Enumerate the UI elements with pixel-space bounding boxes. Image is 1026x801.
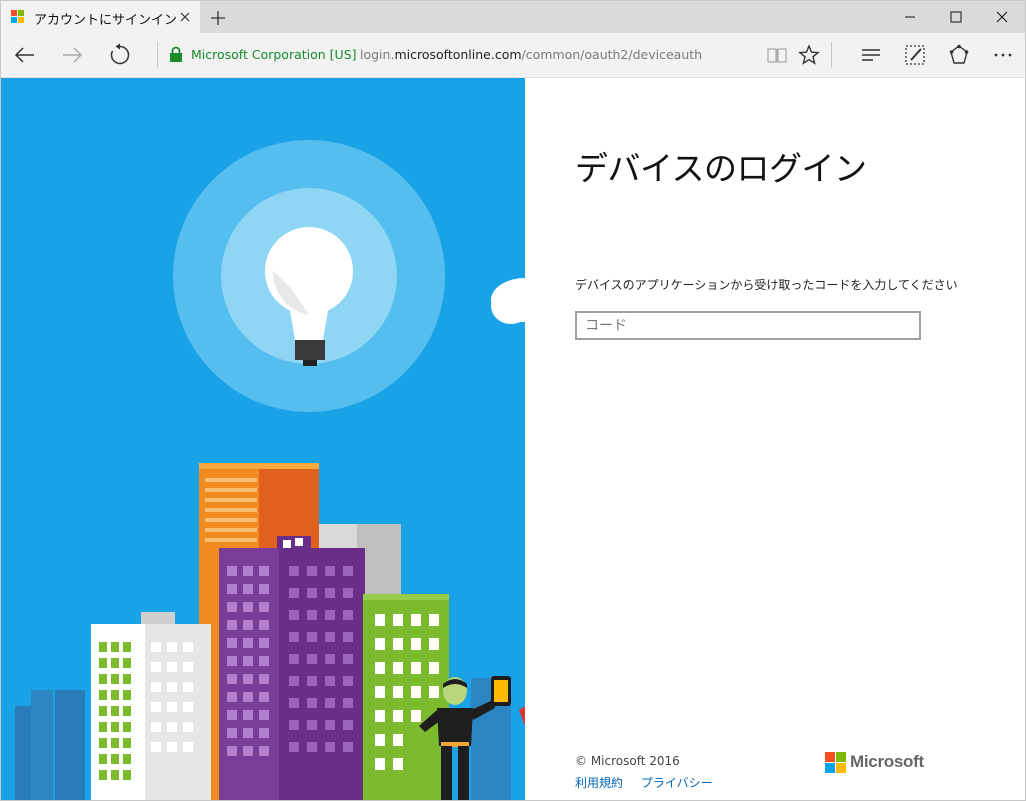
copyright-text: © Microsoft 2016: [575, 754, 680, 768]
divider: [157, 42, 158, 68]
window-close-icon[interactable]: [979, 1, 1025, 33]
address-bar: Microsoft Corporation [US] login.microso…: [1, 33, 1025, 78]
microsoft-favicon-icon: [11, 10, 25, 24]
terms-link[interactable]: 利用規約: [575, 776, 623, 790]
lock-icon[interactable]: [169, 46, 183, 63]
favorite-star-icon[interactable]: [797, 43, 821, 67]
maximize-icon[interactable]: [933, 1, 979, 33]
footer-links: 利用規約 プライバシー: [575, 774, 727, 791]
illustration-panel: [1, 78, 525, 800]
more-icon[interactable]: [991, 43, 1015, 67]
back-arrow-icon[interactable]: [12, 42, 38, 68]
code-input[interactable]: [575, 311, 921, 340]
reading-view-icon[interactable]: [765, 43, 789, 67]
logo-square-yellow: [836, 763, 846, 773]
microsoft-logo: Microsoft: [825, 752, 926, 776]
share-icon[interactable]: [947, 43, 971, 67]
logo-square-blue: [825, 763, 835, 773]
sign-in-panel: デバイスのログイン デバイスのアプリケーションから受け取ったコードを入力してくだ…: [525, 78, 1025, 800]
page-content: デバイスのログイン デバイスのアプリケーションから受け取ったコードを入力してくだ…: [1, 78, 1025, 800]
minimize-icon[interactable]: [887, 1, 933, 33]
city-lightbulb-illustration: [15, 140, 525, 800]
tab-strip: アカウントにサインイン: [1, 1, 1025, 33]
refresh-icon[interactable]: [107, 42, 133, 68]
new-tab-icon[interactable]: [207, 7, 229, 29]
forward-arrow-icon[interactable]: [59, 42, 85, 68]
code-instruction: デバイスのアプリケーションから受け取ったコードを入力してください: [575, 278, 958, 292]
web-note-icon[interactable]: [903, 43, 927, 67]
tab-close-icon[interactable]: [177, 9, 193, 25]
page-title: デバイスのログイン: [575, 149, 867, 188]
microsoft-logo-text: Microsoft: [850, 752, 924, 771]
browser-window: アカウントにサインイン Microsoft Corporation [US] l…: [0, 0, 1026, 801]
logo-square-red: [825, 752, 835, 762]
divider: [831, 42, 832, 68]
url-text[interactable]: login.microsoftonline.com/common/oauth2/…: [360, 47, 702, 62]
privacy-link[interactable]: プライバシー: [641, 776, 713, 790]
logo-square-green: [836, 752, 846, 762]
tab-title: アカウントにサインイン: [34, 13, 178, 28]
hub-icon[interactable]: [859, 43, 883, 67]
certificate-label[interactable]: Microsoft Corporation [US]: [191, 47, 357, 62]
tab-active[interactable]: アカウントにサインイン: [1, 1, 200, 33]
